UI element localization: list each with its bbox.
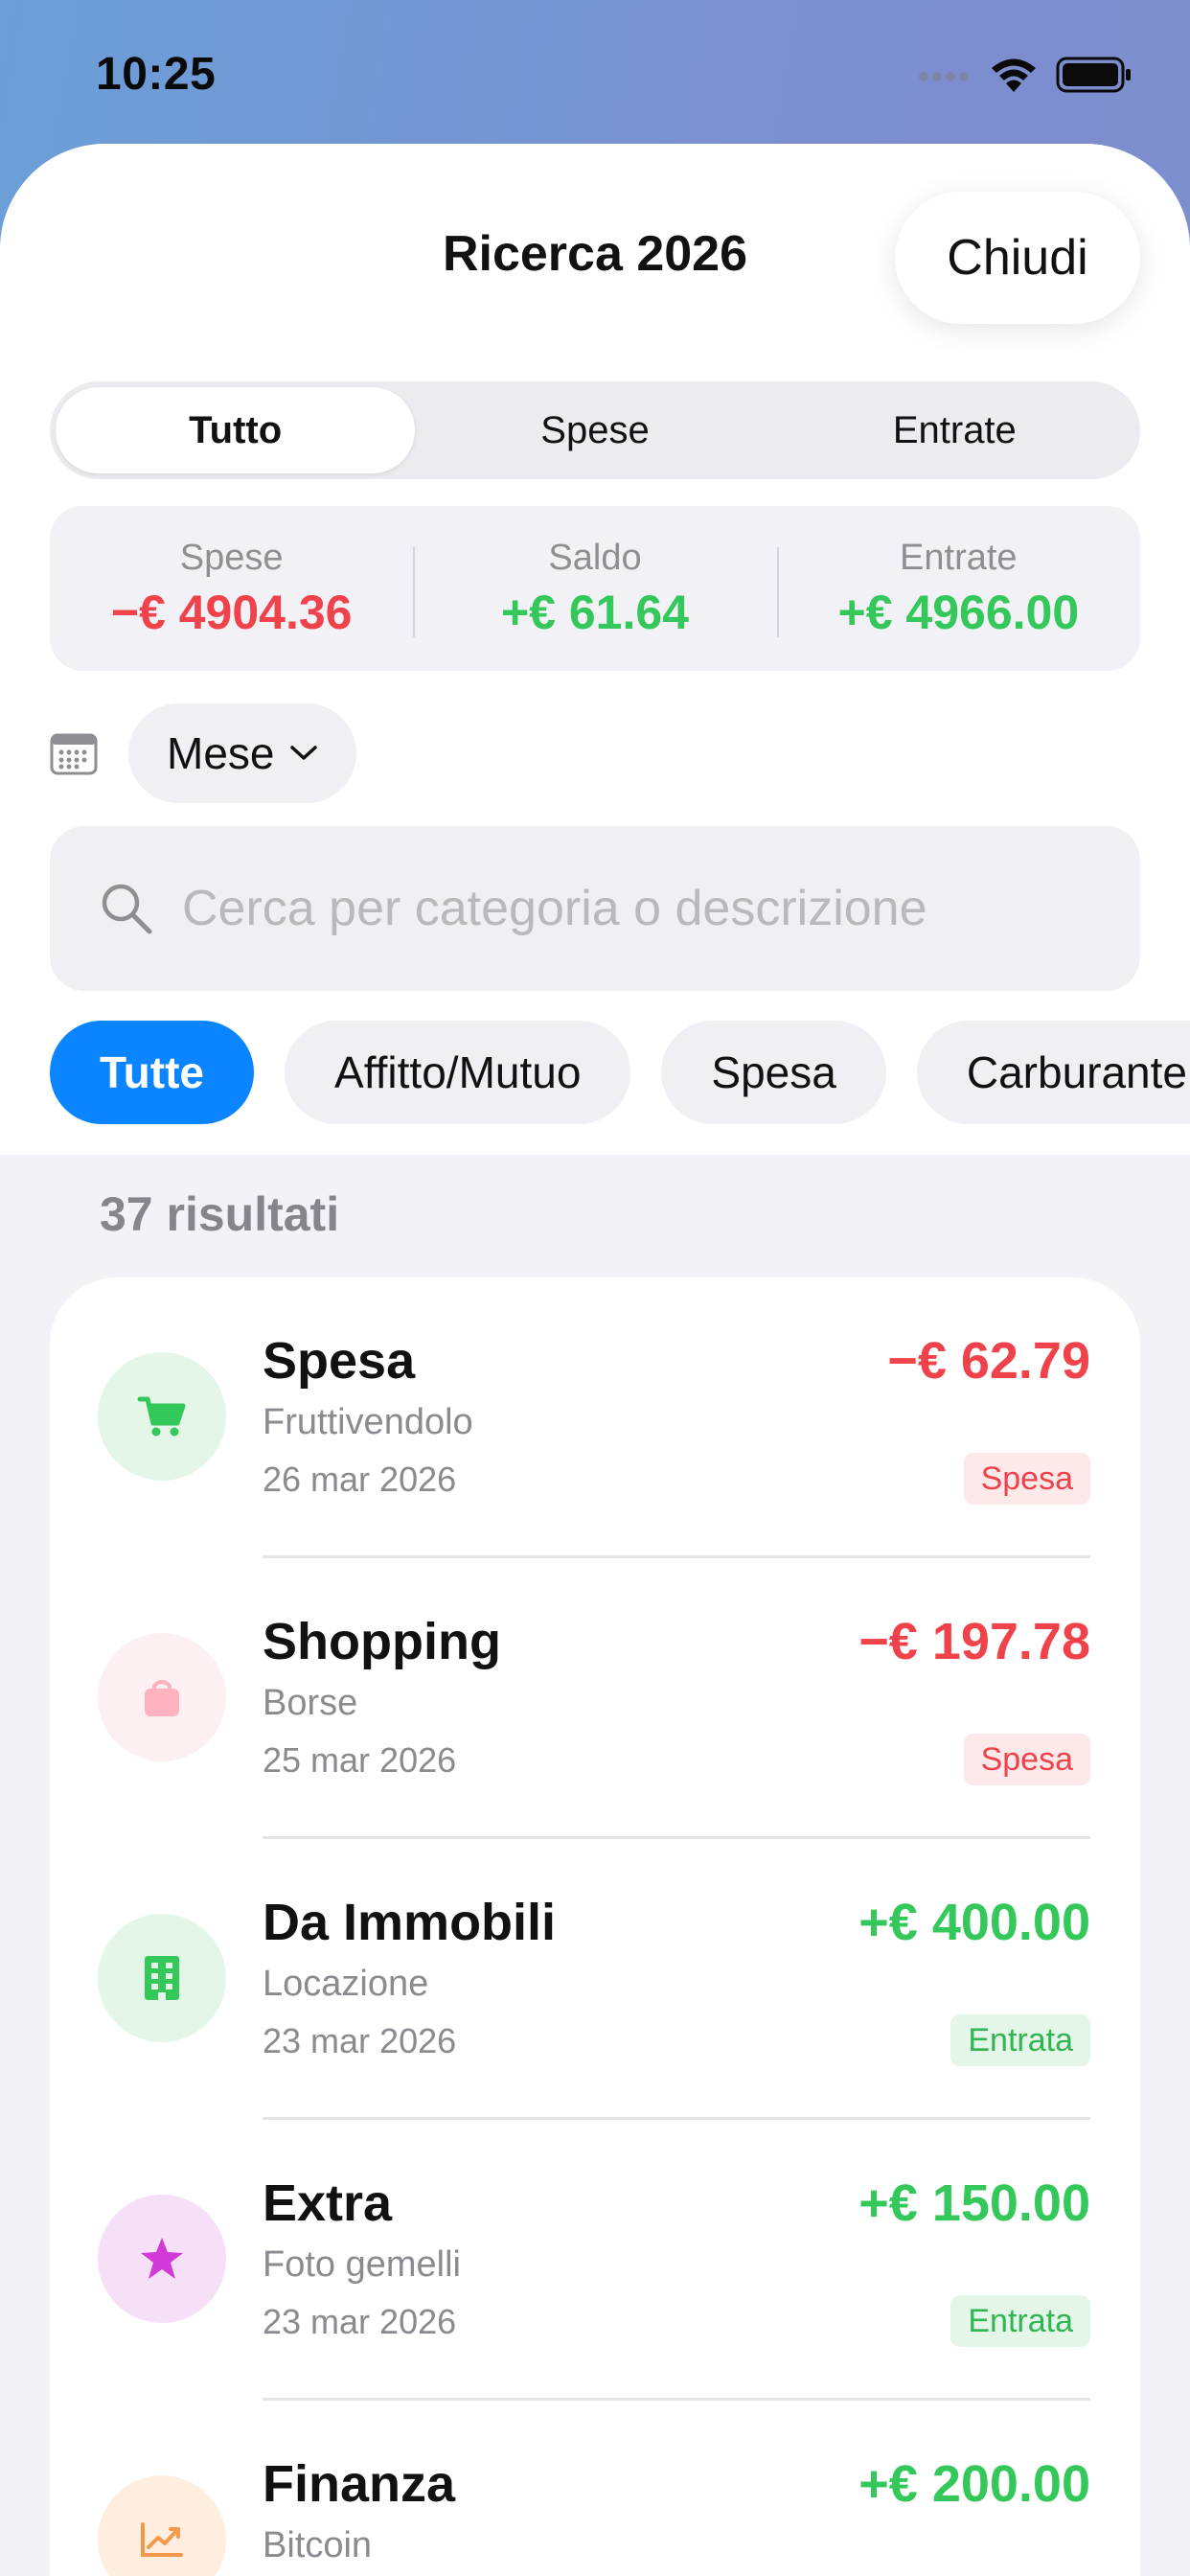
item-date: 26 mar 2026 xyxy=(263,1460,457,1499)
item-amount: +€ 400.00 xyxy=(858,1894,1090,1951)
chip-tutte[interactable]: Tutte xyxy=(50,1021,255,1124)
battery-icon xyxy=(1056,57,1131,93)
item-category: Da Immobili xyxy=(263,1894,557,1951)
calendar-icon[interactable] xyxy=(50,731,98,775)
summary-expenses-label: Spese xyxy=(179,537,284,578)
item-description: Bitcoin xyxy=(263,2525,373,2565)
list-item[interactable]: Finanza Bitcoin +€ 200.00 xyxy=(50,2401,1140,2576)
item-date: 23 mar 2026 xyxy=(263,2021,457,2060)
period-row: Mese xyxy=(50,703,357,803)
item-category: Extra xyxy=(263,2174,393,2232)
summary-balance: Saldo +€ 61.64 xyxy=(413,538,776,640)
status-bar: 10:25 xyxy=(0,0,1190,144)
wifi-icon xyxy=(992,58,1036,92)
cart-icon xyxy=(137,1396,186,1437)
item-amount: +€ 150.00 xyxy=(858,2174,1090,2232)
summary-expenses: Spese −€ 4904.36 xyxy=(50,538,413,640)
item-category: Spesa xyxy=(263,1332,416,1390)
building-icon xyxy=(145,1956,179,2000)
summary-income: Entrate +€ 4966.00 xyxy=(776,537,1140,640)
segment-tutto[interactable]: Tutto xyxy=(56,387,416,473)
search-bar xyxy=(50,826,1140,991)
results-list: Spesa Fruttivendolo 26 mar 2026 −€ 62.79… xyxy=(50,1277,1140,2576)
item-description: Locazione xyxy=(263,1964,429,2004)
star-icon xyxy=(141,2238,183,2279)
cellular-signal-icon xyxy=(919,72,969,81)
category-avatar xyxy=(98,1914,226,2042)
summary-card: Spese −€ 4904.36 Saldo +€ 61.64 Entrate … xyxy=(50,506,1140,671)
item-description: Borse xyxy=(263,1683,358,1723)
summary-balance-value: +€ 61.64 xyxy=(500,585,689,639)
item-date: 23 mar 2026 xyxy=(263,2302,457,2341)
category-avatar xyxy=(98,2475,226,2576)
item-type-badge: Spesa xyxy=(963,1734,1090,1785)
chevron-down-icon xyxy=(290,746,318,760)
bag-icon xyxy=(145,1680,179,1716)
list-item[interactable]: Shopping Borse 25 mar 2026 −€ 197.78 Spe… xyxy=(50,1558,1140,1839)
item-type-badge: Spesa xyxy=(963,1453,1090,1505)
summary-income-label: Entrate xyxy=(900,537,1018,578)
search-sheet: Ricerca 2026 Chiudi Tutto Spese Entrate … xyxy=(0,144,1190,2576)
item-amount: −€ 197.78 xyxy=(858,1613,1090,1670)
item-category: Shopping xyxy=(263,1613,501,1670)
status-time: 10:25 xyxy=(96,49,217,100)
segment-entrate[interactable]: Entrate xyxy=(775,387,1134,473)
search-input[interactable] xyxy=(182,880,1064,937)
list-item[interactable]: Extra Foto gemelli 23 mar 2026 +€ 150.00… xyxy=(50,2120,1140,2401)
category-avatar xyxy=(98,1633,226,1761)
chip-spesa[interactable]: Spesa xyxy=(661,1021,886,1124)
item-description: Foto gemelli xyxy=(263,2244,461,2285)
period-dropdown[interactable]: Mese xyxy=(128,703,357,803)
chip-affitto-mutuo[interactable]: Affitto/Mutuo xyxy=(285,1021,631,1124)
item-description: Fruttivendolo xyxy=(263,1402,473,1442)
list-item[interactable]: Spesa Fruttivendolo 26 mar 2026 −€ 62.79… xyxy=(50,1277,1140,1558)
period-label: Mese xyxy=(167,728,275,778)
chip-carburante[interactable]: Carburante xyxy=(916,1021,1190,1124)
item-category: Finanza xyxy=(263,2455,456,2513)
summary-balance-label: Saldo xyxy=(548,537,642,578)
item-type-badge: Entrata xyxy=(950,2295,1090,2347)
category-chips: Tutte Affitto/Mutuo Spesa Carburante xyxy=(50,1021,1190,1124)
category-avatar xyxy=(98,2195,226,2323)
sheet-header-area: Ricerca 2026 Chiudi Tutto Spese Entrate … xyxy=(0,144,1190,1155)
results-count: 37 risultati xyxy=(100,1187,340,1241)
list-item[interactable]: Da Immobili Locazione 23 mar 2026 +€ 400… xyxy=(50,1839,1140,2120)
search-icon xyxy=(102,884,152,934)
close-button[interactable]: Chiudi xyxy=(895,192,1140,324)
item-amount: −€ 62.79 xyxy=(887,1332,1090,1390)
item-type-badge: Entrata xyxy=(950,2014,1090,2066)
type-segmented-control: Tutto Spese Entrate xyxy=(50,381,1140,479)
status-icons xyxy=(918,56,1133,94)
item-amount: +€ 200.00 xyxy=(858,2455,1090,2513)
item-date: 25 mar 2026 xyxy=(263,1740,457,1780)
category-avatar xyxy=(98,1352,226,1481)
chart-up-icon xyxy=(141,2522,183,2557)
summary-income-value: +€ 4966.00 xyxy=(837,585,1080,639)
segment-spese[interactable]: Spese xyxy=(415,387,774,473)
summary-expenses-value: −€ 4904.36 xyxy=(110,585,353,639)
